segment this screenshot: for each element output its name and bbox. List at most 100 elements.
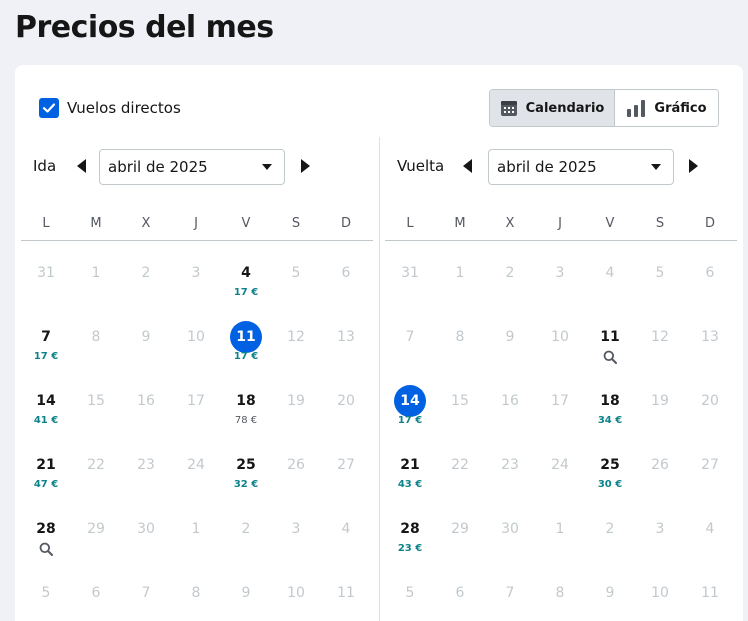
- return-month-select[interactable]: abril de 2025: [488, 149, 674, 185]
- day-number: 5: [41, 585, 51, 601]
- day-number: 3: [191, 265, 201, 281]
- calendar-day[interactable]: 21 47 €: [21, 433, 71, 497]
- day-number: 19: [287, 393, 305, 409]
- calendar-day: 9: [221, 561, 271, 621]
- calendar-day[interactable]: 28: [21, 497, 71, 561]
- checkbox-checked-icon[interactable]: [39, 98, 59, 118]
- calendar-day: 3: [635, 497, 685, 561]
- calendar-day[interactable]: 4 17 €: [221, 241, 271, 305]
- weekday-label: L: [42, 216, 50, 231]
- calendar-week-row: 5 6 7 8 9 10 11: [21, 561, 373, 621]
- calendar-day[interactable]: 7 17 €: [21, 305, 71, 369]
- day-number: 29: [451, 521, 469, 537]
- day-price: 17 €: [397, 415, 423, 426]
- day-number: 27: [337, 457, 355, 473]
- calendar-week-row: 14 17 € 15 16 17 18 34 € 19 20: [385, 369, 737, 433]
- weekday-label: D: [704, 216, 715, 231]
- calendar-day[interactable]: 11 17 €: [221, 305, 271, 369]
- day-number: 11: [701, 585, 719, 601]
- day-number: 20: [337, 393, 355, 409]
- calendar-day: 19: [635, 369, 685, 433]
- calendar-day: 15: [71, 369, 121, 433]
- search-icon[interactable]: [603, 350, 617, 364]
- calendar-day[interactable]: 11: [585, 305, 635, 369]
- calendar-day: 3: [535, 241, 585, 305]
- chevron-down-icon: [651, 164, 661, 170]
- calendar-day[interactable]: 25 30 €: [585, 433, 635, 497]
- day-number: 30: [137, 521, 155, 537]
- calendar-day[interactable]: 14 41 €: [21, 369, 71, 433]
- day-number: 16: [501, 393, 519, 409]
- calendar-day: 19: [271, 369, 321, 433]
- day-price: 78 €: [234, 415, 258, 426]
- calendar-day: 16: [121, 369, 171, 433]
- calendar-day: 13: [321, 305, 371, 369]
- day-number: 2: [605, 521, 615, 537]
- day-number: 15: [87, 393, 105, 409]
- calendar-day: 1: [171, 497, 221, 561]
- outbound-prev-month-icon[interactable]: [77, 159, 86, 173]
- day-number: 13: [337, 329, 355, 345]
- day-number: 5: [405, 585, 415, 601]
- calendar-day[interactable]: 28 23 €: [385, 497, 435, 561]
- day-number: 8: [555, 585, 565, 601]
- day-number: 3: [555, 265, 565, 281]
- calendar-day: 7: [485, 561, 535, 621]
- day-number: 23: [137, 457, 155, 473]
- direct-flights-checkbox[interactable]: Vuelos directos: [39, 98, 181, 118]
- day-number: 9: [605, 585, 615, 601]
- return-prev-month-icon[interactable]: [463, 159, 472, 173]
- day-number: 2: [241, 521, 251, 537]
- price-calendar-card: Vuelos directos Calendario Gráfico Ida a…: [15, 65, 743, 621]
- day-number: 4: [341, 521, 351, 537]
- return-next-month-icon[interactable]: [689, 159, 698, 173]
- calendar-day[interactable]: 18 34 €: [585, 369, 635, 433]
- calendar-day: 31: [385, 241, 435, 305]
- calendar-day: 9: [485, 305, 535, 369]
- day-number: 25: [236, 457, 256, 473]
- weekday-label: V: [241, 216, 251, 231]
- return-weekday-header: L M X J V S D: [385, 207, 737, 241]
- weekday-label: X: [505, 216, 515, 231]
- calendar-view-button[interactable]: Calendario: [490, 90, 615, 126]
- day-number: 8: [455, 329, 465, 345]
- outbound-month-select[interactable]: abril de 2025: [99, 149, 285, 185]
- calendar-day[interactable]: 14 17 €: [385, 369, 435, 433]
- day-number: 31: [401, 265, 419, 281]
- calendar-day: 12: [271, 305, 321, 369]
- search-icon[interactable]: [39, 542, 53, 556]
- calendar-day: 2: [221, 497, 271, 561]
- day-number: 11: [337, 585, 355, 601]
- calendar-day[interactable]: 21 43 €: [385, 433, 435, 497]
- day-number: 1: [555, 521, 565, 537]
- calendar-day: 1: [535, 497, 585, 561]
- day-price: 23 €: [397, 543, 423, 554]
- day-number: 2: [141, 265, 151, 281]
- calendar-day: 10: [171, 305, 221, 369]
- day-number: 14: [36, 393, 56, 409]
- day-price: 32 €: [233, 479, 259, 490]
- outbound-next-month-icon[interactable]: [301, 159, 310, 173]
- calendar-day: 10: [271, 561, 321, 621]
- day-number: 12: [651, 329, 669, 345]
- calendar-day: 4: [321, 497, 371, 561]
- day-number: 7: [141, 585, 151, 601]
- day-number: 7: [405, 329, 415, 345]
- calendar-day: 2: [121, 241, 171, 305]
- return-month-value: abril de 2025: [497, 158, 597, 176]
- calendar-view-label: Calendario: [525, 100, 605, 116]
- day-price: 43 €: [397, 479, 423, 490]
- calendar-day: 9: [121, 305, 171, 369]
- calendar-day: 7: [385, 305, 435, 369]
- day-number: 1: [91, 265, 101, 281]
- calendar-day[interactable]: 18 78 €: [221, 369, 271, 433]
- calendar-day: 2: [585, 497, 635, 561]
- day-number: 21: [400, 457, 420, 473]
- day-number: 31: [37, 265, 55, 281]
- calendar-week-row: 14 41 € 15 16 17 18 78 € 19 20: [21, 369, 373, 433]
- calendar-day[interactable]: 25 32 €: [221, 433, 271, 497]
- calendar-day: 17: [171, 369, 221, 433]
- day-number: 20: [701, 393, 719, 409]
- chart-view-button[interactable]: Gráfico: [615, 90, 718, 126]
- day-number: 24: [187, 457, 205, 473]
